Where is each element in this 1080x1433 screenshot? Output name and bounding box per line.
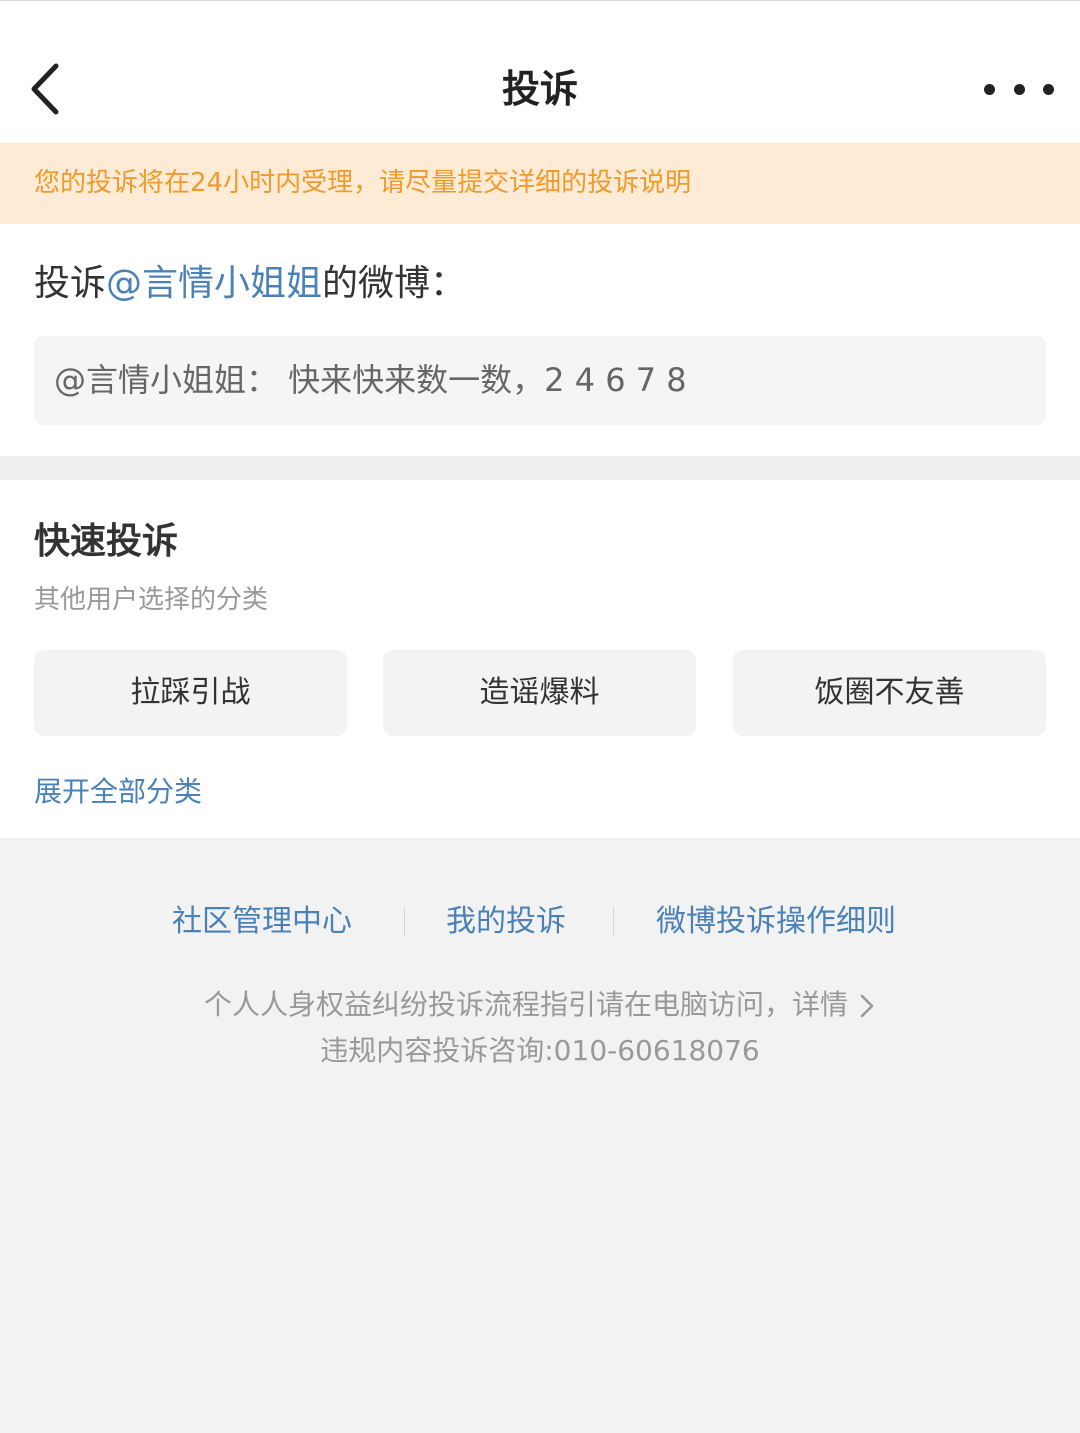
quick-complaint-title: 快速投诉 xyxy=(34,521,179,562)
link-separator xyxy=(613,907,614,937)
more-dots-icon xyxy=(1013,83,1025,95)
chevron-right-icon xyxy=(860,994,874,1018)
quick-complaint-subtitle: 其他用户选择的分类 xyxy=(34,585,269,615)
my-complaints-link[interactable]: 我的投诉 xyxy=(446,898,566,946)
link-separator xyxy=(404,907,405,937)
category-button-zao-yao-bao-liao[interactable]: 造谣爆料 xyxy=(383,650,696,736)
consultation-phone-text: 违规内容投诉咨询:010-60618076 xyxy=(320,1034,760,1067)
category-button-la-cai-yin-zhan[interactable]: 拉踩引战 xyxy=(34,650,347,736)
expand-all-categories-link[interactable]: 展开全部分类 xyxy=(34,772,202,812)
top-navigation-bar: 投诉 xyxy=(0,0,1080,143)
complaint-rules-link[interactable]: 微博投诉操作细则 xyxy=(656,898,896,946)
footer-links: 社区管理中心 我的投诉 微博投诉操作细则 xyxy=(0,898,1080,946)
complaint-target-heading: 投诉@言情小姐姐的微博： xyxy=(34,260,466,308)
category-button-fan-quan-bu-you-shan[interactable]: 饭圈不友善 xyxy=(733,650,1046,736)
personal-rights-guide-line[interactable]: 个人人身权益纠纷投诉流程指引请在电脑访问，详情 xyxy=(0,982,1080,1028)
footer-info: 个人人身权益纠纷投诉流程指引请在电脑访问，详情 违规内容投诉咨询:010-606… xyxy=(0,982,1080,1074)
page-title: 投诉 xyxy=(501,67,578,111)
community-management-center-link[interactable]: 社区管理中心 xyxy=(172,898,352,946)
complaint-target-section: 投诉@言情小姐姐的微博： @言情小姐姐： 快来快来数一数，2 4 6 7 8 xyxy=(0,224,1080,456)
section-divider xyxy=(0,456,1080,480)
notice-banner: 您的投诉将在24小时内受理，请尽量提交详细的投诉说明 xyxy=(0,143,1080,224)
quick-complaint-section: 快速投诉 其他用户选择的分类 拉踩引战 造谣爆料 饭圈不友善 展开全部分类 xyxy=(0,480,1080,838)
more-dots-icon xyxy=(984,83,995,95)
more-button[interactable] xyxy=(984,71,1054,107)
user-mention-link[interactable]: @言情小姐姐 xyxy=(106,263,322,304)
quoted-weibo-content[interactable]: @言情小姐姐： 快来快来数一数，2 4 6 7 8 xyxy=(34,336,1046,425)
personal-rights-guide-text: 个人人身权益纠纷投诉流程指引请在电脑访问，详情 xyxy=(203,988,848,1021)
target-suffix: 的微博： xyxy=(322,263,467,304)
target-prefix: 投诉 xyxy=(34,263,107,304)
more-dots-icon xyxy=(1043,83,1054,95)
